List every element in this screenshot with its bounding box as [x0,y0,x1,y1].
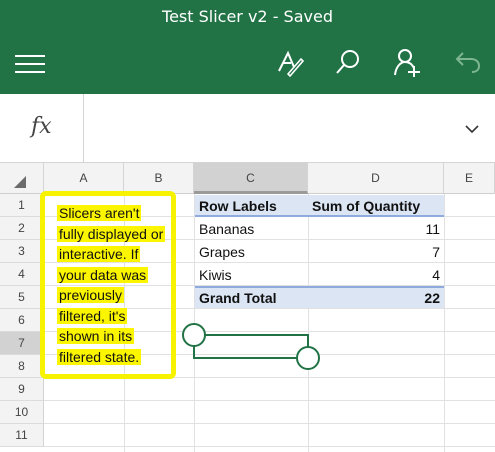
grid-line [444,194,445,452]
row-header-9[interactable]: 9 [0,378,44,401]
chevron-down-icon[interactable] [465,124,479,134]
undo-icon[interactable] [455,50,481,74]
row-header-3[interactable]: 3 [0,240,44,263]
column-header-e[interactable]: E [444,163,495,194]
annotation-line: previously [57,287,125,303]
formula-bar: fx [0,94,495,163]
draw-pen-icon[interactable] [276,49,304,77]
pivot-row-value[interactable]: 7 [432,244,440,260]
annotation-line: fully displayed or [57,225,166,242]
column-header-a[interactable]: A [44,163,124,194]
annotation-line: filtered, it's [57,307,128,324]
selection-handle-start [182,323,206,347]
row-header-11[interactable]: 11 [0,424,44,447]
pivot-grand-total-value[interactable]: 22 [424,290,440,306]
formula-divider [83,94,84,162]
grid-line [44,423,495,424]
pivot-row-label[interactable]: Grapes [199,244,245,260]
window-title: Test Slicer v2 - Saved [162,7,333,26]
grid-line [44,400,495,401]
row-header-2[interactable]: 2 [0,217,44,240]
row-header-1[interactable]: 1 [0,194,44,217]
pivot-grand-total-label[interactable]: Grand Total [199,290,277,306]
annotation-text: Slicers aren't fully displayed or intera… [57,203,177,367]
select-all-corner[interactable] [0,163,44,194]
share-person-icon[interactable] [392,47,422,77]
annotation-line: interactive. If [57,246,141,262]
row-header-6[interactable]: 6 [0,309,44,332]
pivot-sum-header[interactable]: Sum of Quantity [312,198,420,214]
annotation-line: filtered state. [57,348,142,365]
cell-selection[interactable] [170,313,330,373]
column-header-b[interactable]: B [124,163,194,194]
row-header-5[interactable]: 5 [0,286,44,309]
pivot-row-value[interactable]: 11 [425,221,440,237]
hamburger-menu-icon[interactable] [15,54,45,74]
row-header-10[interactable]: 10 [0,401,44,424]
title-bar: Test Slicer v2 - Saved [0,0,495,94]
search-icon[interactable] [334,48,362,76]
fx-label: fx [31,114,52,139]
pivot-header-underline [195,215,444,217]
grid-line [44,446,495,447]
annotation-line: Slicers aren't [57,205,142,221]
pivot-row-label[interactable]: Bananas [199,221,254,237]
pivot-row-label[interactable]: Kiwis [199,267,232,283]
row-header-8[interactable]: 8 [0,355,44,378]
selection-handle-end [296,346,320,370]
pivot-row-value[interactable]: 4 [432,267,440,283]
column-header-d[interactable]: D [308,163,444,194]
row-header-4[interactable]: 4 [0,263,44,286]
column-header-c[interactable]: C [194,163,308,194]
annotation-line: your data was [57,266,149,283]
pivot-row-labels-header[interactable]: Row Labels [199,198,277,214]
formula-input[interactable] [90,114,450,142]
annotation-line: shown in its [57,328,135,344]
row-header-7[interactable]: 7 [0,332,44,355]
